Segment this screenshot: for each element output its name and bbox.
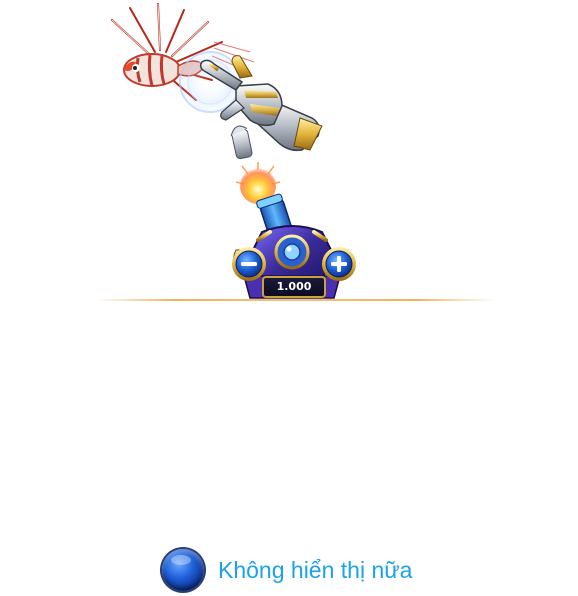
plus-button[interactable] [322, 247, 356, 281]
bullet-icon [230, 125, 253, 160]
dont-show-again-option[interactable]: Không hiển thị nữa [162, 548, 412, 592]
radio-button-icon[interactable] [162, 549, 204, 591]
dont-show-again-label[interactable]: Không hiển thị nữa [218, 557, 412, 584]
cannon-baseline [95, 299, 495, 301]
tutorial-illustration [111, 3, 356, 299]
minus-icon [241, 262, 257, 266]
bet-value-display: 1.000 [262, 276, 326, 298]
minus-button[interactable] [232, 247, 266, 281]
tutorial-scene: 1.000 Không hiển thị nữa [0, 0, 578, 596]
